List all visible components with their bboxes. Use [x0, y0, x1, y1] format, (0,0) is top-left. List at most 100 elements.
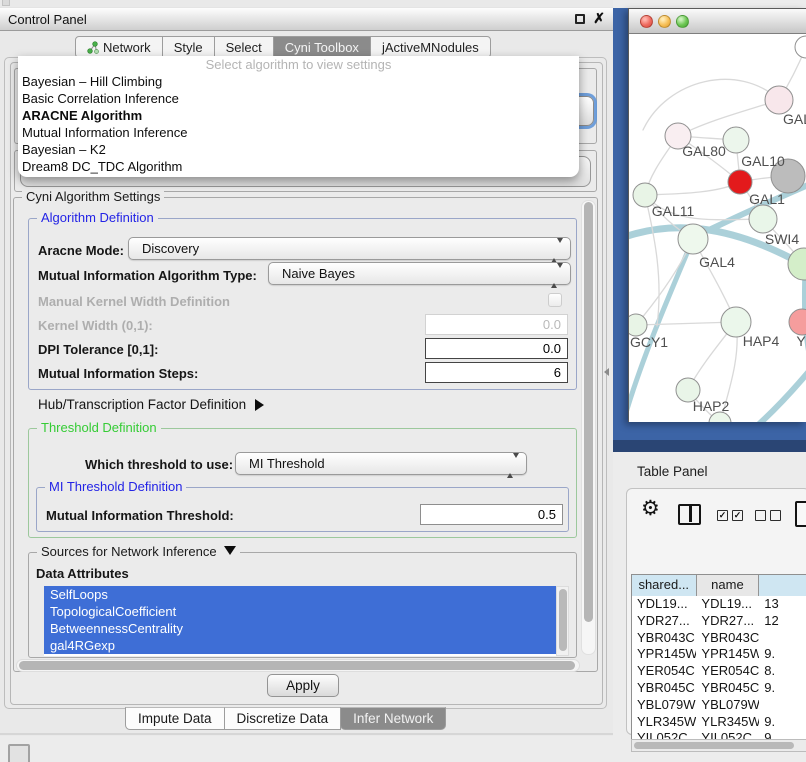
data-attribute-list: SelfLoopsTopologicalCoefficientBetweenne… [44, 586, 556, 656]
bottom-tab-infer-network[interactable]: Infer Network [340, 707, 446, 730]
network-canvas[interactable]: GALGAL80GAL10GAL1GAL11SWI4GAL4GCY1HAP4YH… [629, 34, 806, 422]
table-row[interactable]: YER054CYER054C8. [632, 663, 806, 680]
algorithm-option-aracne-algorithm[interactable]: ARACNE Algorithm [18, 107, 579, 124]
manual-kernel-label: Manual Kernel Width Definition [38, 294, 230, 309]
tab-cyni-toolbox[interactable]: Cyni Toolbox [273, 36, 371, 58]
network-node[interactable] [795, 36, 806, 58]
table-panel: Table Panel ⚙ ✓✓ shared...name YDL19...Y… [613, 452, 806, 762]
algorithm-option-bayesian-hill-climbing[interactable]: Bayesian – Hill Climbing [18, 73, 579, 90]
table-row[interactable]: YDL19...YDL19...13 [632, 596, 806, 613]
table-cell: YPR145W [696, 646, 759, 663]
control-panel-title: Control Panel [8, 8, 87, 31]
which-threshold-combo[interactable]: MI Threshold [235, 452, 527, 475]
document-icon[interactable] [795, 501, 806, 527]
tab-style[interactable]: Style [162, 36, 215, 58]
table-header-row: shared...name [632, 575, 806, 596]
tab-select[interactable]: Select [214, 36, 274, 58]
apply-button[interactable]: Apply [267, 674, 339, 697]
network-node-swi4[interactable] [749, 205, 777, 233]
table-row[interactable]: YBR043CYBR043C [632, 630, 806, 647]
tab-jactivemnodules[interactable]: jActiveMNodules [370, 36, 491, 58]
scrollbar-thumb[interactable] [584, 202, 593, 622]
algorithm-option-mutual-information-inference[interactable]: Mutual Information Inference [18, 124, 579, 141]
close-traffic-light-icon[interactable] [640, 15, 653, 28]
network-window: GALGAL80GAL10GAL1GAL11SWI4GAL4GCY1HAP4YH… [628, 8, 806, 422]
dpi-tolerance-field[interactable] [425, 338, 568, 359]
network-node-label: HAP2 [693, 398, 730, 414]
mi-algorithm-type-combo[interactable]: Naive Bayes [268, 262, 571, 285]
algorithm-option-basic-correlation-inference[interactable]: Basic Correlation Inference [18, 90, 579, 107]
aracne-mode-value: Discovery [142, 238, 199, 260]
network-node-label: GAL [783, 111, 806, 127]
select-all-columns-icon[interactable]: ✓✓ [717, 510, 743, 521]
table-cell: 9. [759, 680, 806, 697]
network-node-label: SWI4 [765, 231, 799, 247]
attribute-list-scrollbar[interactable] [556, 586, 569, 656]
gear-icon[interactable]: ⚙ [641, 496, 660, 521]
which-threshold-value: MI Threshold [249, 453, 325, 475]
attribute-item-gal4rgexp[interactable]: gal4RGexp [44, 637, 556, 654]
network-edge[interactable] [645, 182, 740, 195]
algorithm-dropdown-popup: Select algorithm to view settings Bayesi… [18, 56, 579, 177]
table-row[interactable]: YPR145WYPR145W9. [632, 646, 806, 663]
bottom-tab-impute-data[interactable]: Impute Data [125, 707, 225, 730]
table-cell: 12 [759, 613, 806, 630]
scrollbar-thumb[interactable] [559, 589, 567, 651]
table-cell: 9. [759, 646, 806, 663]
network-node-gal4[interactable] [678, 224, 708, 254]
network-node-y[interactable] [789, 309, 806, 335]
algorithm-option-bayesian-k2[interactable]: Bayesian – K2 [18, 141, 579, 158]
table-cell: YBR045C [696, 680, 759, 697]
table-horizontal-scrollbar[interactable] [631, 739, 806, 752]
corner-mini-button[interactable] [8, 744, 30, 762]
attribute-item-topologicalcoefficient[interactable]: TopologicalCoefficient [44, 603, 556, 620]
algorithm-option-dream8-dc-tdc-algorithm[interactable]: Dream8 DC_TDC Algorithm [18, 158, 579, 175]
column-header-2[interactable] [759, 575, 806, 596]
manual-kernel-checkbox[interactable] [548, 293, 562, 307]
network-window-titlebar[interactable] [629, 9, 806, 34]
settings-vertical-scrollbar[interactable] [581, 200, 596, 655]
kernel-width-field[interactable] [425, 314, 568, 335]
columns-icon[interactable] [678, 504, 701, 525]
aracne-mode-combo[interactable]: Discovery [128, 237, 571, 260]
bottom-tab-discretize-data[interactable]: Discretize Data [224, 707, 342, 730]
network-node[interactable] [788, 248, 806, 280]
deselect-all-columns-icon[interactable] [755, 510, 781, 521]
mi-threshold-field[interactable] [420, 504, 563, 525]
hub-definition-toggle[interactable]: Hub/Transcription Factor Definition [38, 397, 264, 412]
float-window-icon[interactable] [575, 14, 585, 24]
column-header-shared-[interactable]: shared... [632, 575, 697, 596]
table-cell: YER054C [632, 663, 696, 680]
sources-toggle[interactable]: Sources for Network Inference [37, 544, 240, 559]
zoom-traffic-light-icon[interactable] [676, 15, 689, 28]
attribute-item-selfloops[interactable]: SelfLoops [44, 586, 556, 603]
mi-steps-field[interactable] [425, 362, 568, 383]
table-row[interactable]: YDR27...YDR27...12 [632, 613, 806, 630]
close-icon[interactable]: ✗ [593, 10, 605, 27]
mi-threshold-title: MI Threshold Definition [45, 479, 186, 494]
split-pane-collapse-icon[interactable] [604, 368, 609, 376]
network-node-gal10[interactable] [723, 127, 749, 153]
attribute-item-betweennesscentrality[interactable]: BetweennessCentrality [44, 620, 556, 637]
tab-network[interactable]: Network [75, 36, 163, 58]
which-threshold-label: Which threshold to use: [85, 457, 233, 472]
algorithm-dropdown-placeholder: Select algorithm to view settings [18, 56, 579, 73]
settings-horizontal-scrollbar[interactable] [16, 659, 580, 672]
scrollbar-thumb[interactable] [19, 661, 575, 670]
network-node-gcy1[interactable] [629, 314, 647, 336]
table-row[interactable]: YBR045CYBR045C9. [632, 680, 806, 697]
table-cell: YBR045C [632, 680, 696, 697]
network-node-label: GAL1 [749, 191, 785, 207]
network-edge[interactable] [757, 364, 806, 422]
table-cell: YER054C [696, 663, 759, 680]
table-panel-title: Table Panel [637, 464, 708, 479]
collapse-down-icon [224, 546, 236, 555]
table-row[interactable]: YBL079WYBL079W [632, 697, 806, 714]
scrollbar-thumb[interactable] [634, 742, 794, 749]
network-node-gal[interactable] [765, 86, 793, 114]
column-header-name[interactable]: name [697, 575, 760, 596]
minimize-traffic-light-icon[interactable] [658, 15, 671, 28]
aracne-mode-label: Aracne Mode: [38, 243, 124, 258]
table-row[interactable]: YLR345WYLR345W9. [632, 714, 806, 731]
table-cell: 8. [759, 663, 806, 680]
